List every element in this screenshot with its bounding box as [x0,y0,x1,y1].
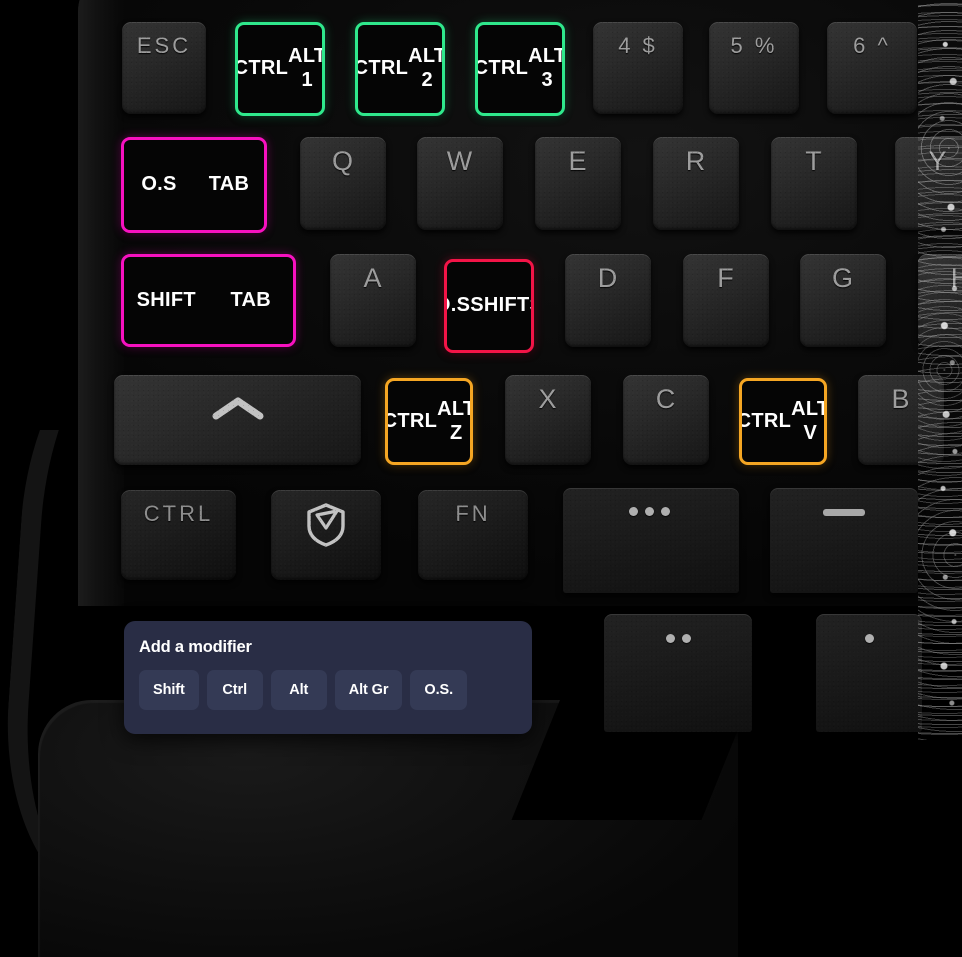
keycap-label: TAB [208,173,250,196]
keycap-label: D [597,263,619,293]
chevron-up-icon [212,397,263,420]
mod-os-button[interactable]: O.S. [410,670,468,710]
keycap-label: X [538,384,558,414]
keycap-label: CTRL [355,57,409,80]
keycap-key-t[interactable]: T [771,137,857,230]
keycap-key-a[interactable]: A [330,254,416,347]
keycap-label: ALT 3 [528,45,565,91]
keycap-label: Q [331,146,354,176]
keycap-marking-one-dot [816,614,922,732]
keycap-ctrl-alt-2[interactable]: CTRL ALT 2 [355,22,445,116]
keycap-shift-left[interactable] [114,375,361,465]
keycap-label: T [805,146,823,176]
keycap-os-shift-s[interactable]: O.SSHIFTS [444,259,534,353]
keycap-label: Y [928,146,948,176]
keycap-label: A [363,263,383,293]
add-modifier-popup: Add a modifier Shift Ctrl Alt Alt Gr O.S. [124,621,532,734]
keycap-thumb-dash[interactable] [770,488,918,593]
keyboard-macro-editor-screen: ESC CTRL ALT 1 CTRL ALT 2 CTRL ALT 34 $5 % 6 ^ O… [0,0,962,957]
keycap-esc[interactable]: ESC [122,22,206,114]
keycap-shift-tab[interactable]: SHIFT TAB [121,254,296,347]
dot-marking [682,634,691,643]
keycap-thumb-three-dots[interactable] [563,488,739,593]
keycap-label: B [891,384,911,414]
keycap-thumb-two-dots[interactable] [604,614,752,732]
mod-alt-button[interactable]: Alt [270,670,327,710]
keycap-key-4[interactable]: 4 $ [593,22,683,114]
keycap-key-r[interactable]: R [653,137,739,230]
keycap-label: ALT 1 [288,45,325,91]
keycap-marking-three-dots [563,488,739,593]
keycap-marking-dash [770,488,918,593]
dot-marking [645,507,654,516]
keycap-key-c[interactable]: C [623,375,709,465]
modifier-button-group: Shift Ctrl Alt Alt Gr O.S. [139,670,517,710]
keycap-label: CTRL [143,501,214,526]
keycap-key-5[interactable]: 5 % [709,22,799,114]
keycap-label: CTRL [475,57,529,80]
shield-logo-icon [307,503,345,547]
keycap-key-w[interactable]: W [417,137,503,230]
keycap-key-b[interactable]: B [858,375,944,465]
dot-marking [666,634,675,643]
keycap-label: 5 % [730,33,778,58]
keycap-label: G [831,263,854,293]
keycap-os-tab[interactable]: O.S TAB [121,137,267,233]
keycap-label: ALT V [791,397,827,444]
keycap-key-q[interactable]: Q [300,137,386,230]
keycap-label: R [685,146,707,176]
mod-shift-button[interactable]: Shift [139,670,199,710]
keycap-label: S [530,294,532,318]
keycap-label: ESC [136,33,192,58]
keycap-label: F [717,263,735,293]
keycap-key-h[interactable]: H [918,254,962,347]
keycap-brand-key[interactable] [271,490,381,580]
keycap-label: CTRL [739,409,792,432]
keycap-key-g[interactable]: G [800,254,886,347]
keycap-ctrl-left[interactable]: CTRL [121,490,236,580]
dash-marking [823,509,865,516]
add-modifier-title: Add a modifier [139,638,252,656]
keycap-key-e[interactable]: E [535,137,621,230]
keycap-label: FN [455,501,491,526]
keycap-marking-two-dots [604,614,752,732]
keycap-fn-key[interactable]: FN [418,490,528,580]
dot-marking [661,507,670,516]
keycap-label: O.S [141,173,177,196]
keycap-label: 4 $ [618,33,658,58]
keycap-label: CTRL [235,57,289,80]
keycap-key-y[interactable]: Y [895,137,962,230]
dot-marking [629,507,638,516]
keycap-label: TAB [230,288,272,311]
keycap-ctrl-alt-v[interactable]: CTRL ALT V [739,378,827,465]
mod-ctrl-button[interactable]: Ctrl [206,670,263,710]
keycap-label: CTRL [385,409,438,432]
keycap-label: O.S [447,294,471,317]
keycap-thumb-one-dot[interactable] [816,614,922,732]
keycap-key-d[interactable]: D [565,254,651,347]
keycap-ctrl-alt-3[interactable]: CTRL ALT 3 [475,22,565,116]
keycap-label: C [655,384,677,414]
keycap-label: SHIFT [470,294,530,317]
keycap-label: 6 ^ [853,33,891,58]
keycap-label: W [446,146,474,176]
keycap-key-x[interactable]: X [505,375,591,465]
keycap-ctrl-alt-1[interactable]: CTRL ALT 1 [235,22,325,116]
keycap-label: ALT 2 [408,45,445,91]
dot-marking [865,634,874,643]
keycap-label: H [950,263,962,293]
keycap-ctrl-alt-z[interactable]: CTRL ALT Z [385,378,473,465]
keycap-key-6[interactable]: 6 ^ [827,22,917,114]
keycap-label: E [568,146,588,176]
keycap-label: SHIFT [136,288,196,311]
mod-alt-gr-button[interactable]: Alt Gr [334,670,403,710]
keycap-label: ALT Z [437,397,473,444]
keycap-key-f[interactable]: F [683,254,769,347]
